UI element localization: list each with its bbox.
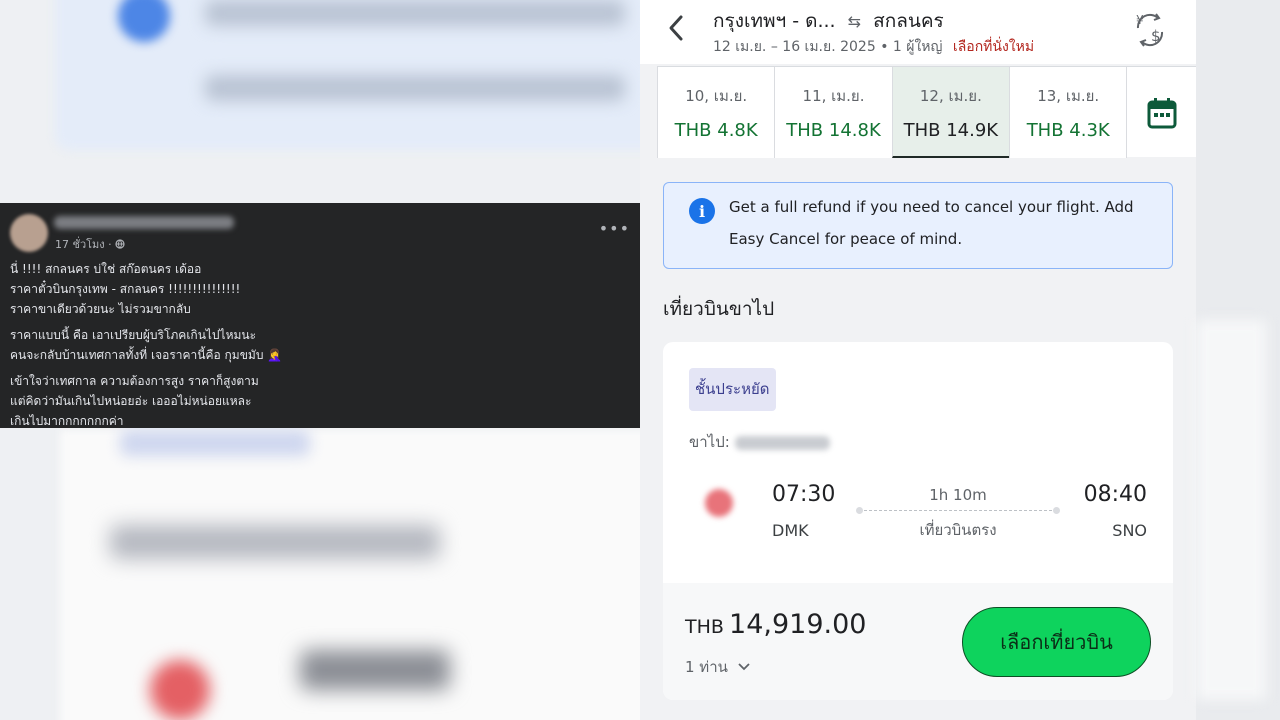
flight-booking-screen: กรุงเทพฯ - ด... ⇆ สกลนคร 12 เม.ย. – 16 เ… xyxy=(640,0,1196,720)
date-tab-12-selected[interactable]: 12, เม.ย. THB 14.9K xyxy=(891,67,1011,158)
origin-label: กรุงเทพฯ - ด... xyxy=(713,10,836,32)
blurred-background-right xyxy=(1196,0,1280,720)
price-bar: THB 14,919.00 1 ท่าน เลือกเที่ยวบิน xyxy=(663,583,1173,700)
date-price: THB 4.8K xyxy=(674,120,758,141)
header: กรุงเทพฯ - ด... ⇆ สกลนคร 12 เม.ย. – 16 เ… xyxy=(640,0,1196,64)
flight-duration: 1h 10m xyxy=(929,486,987,504)
post-paragraph: ราคาแบบนี้ คือ เอาเปรียบผู้บริโภคเกินไปไ… xyxy=(10,325,624,365)
post-line: เข้าใจว่าเทศกาล ความต้องการสูง ราคาก็สูง… xyxy=(10,374,259,388)
departure-time: 07:30 xyxy=(772,482,836,507)
date-tab-11[interactable]: 11, เม.ย. THB 14.8K xyxy=(774,67,893,158)
back-button[interactable] xyxy=(660,12,692,44)
cabin-class-badge: ชั้นประหยัด xyxy=(689,368,776,411)
blurred-text xyxy=(205,0,625,26)
avatar[interactable] xyxy=(10,214,48,252)
date-label: 12, เม.ย. xyxy=(919,87,982,105)
route-title[interactable]: กรุงเทพฯ - ด... ⇆ สกลนคร xyxy=(713,6,944,36)
trip-summary: 12 เม.ย. – 16 เม.ย. 2025 • 1 ผู้ใหญ่ เลื… xyxy=(713,36,1034,58)
date-tab-13[interactable]: 13, เม.ย. THB 4.3K xyxy=(1009,67,1128,158)
departure-airport: DMK xyxy=(772,521,809,540)
date-price: THB 14.9K xyxy=(903,120,999,141)
easy-cancel-text: Get a full refund if you need to cancel … xyxy=(729,198,1134,248)
chevron-down-icon xyxy=(738,663,750,671)
blurred-text xyxy=(205,75,625,101)
post-line: แต่คิดว่ามันเกินไปหน่อยอ่ะ เอออไม่หน่อยแ… xyxy=(10,394,252,408)
post-line: ราคาขาเดียวด้วยนะ ไม่รวมขากลับ xyxy=(10,302,191,316)
reselect-seat-link[interactable]: เลือกที่นั่งใหม่ xyxy=(953,39,1034,55)
date-selector: 10, เม.ย. THB 4.8K 11, เม.ย. THB 14.8K 1… xyxy=(657,66,1196,158)
date-tab-10[interactable]: 10, เม.ย. THB 4.8K xyxy=(657,67,776,158)
post-text: นี่ !!!! สกลนคร บ่ใช่ สก๊อตนคร เด้ออ ราค… xyxy=(10,259,624,437)
arrival-time: 08:40 xyxy=(1083,482,1147,507)
destination-label: สกลนคร xyxy=(873,10,944,32)
arrival-airport: SNO xyxy=(1112,521,1147,540)
select-flight-button[interactable]: เลือกเที่ยวบิน xyxy=(962,607,1151,677)
chevron-left-icon xyxy=(669,15,683,41)
currency-exchange-icon: ¥ $ xyxy=(1136,13,1164,47)
outbound-airline: ขาไป: xyxy=(689,430,830,454)
flight-card[interactable]: ชั้นประหยัด ขาไป: 07:30 DMK 1h 10m เที่ย… xyxy=(663,342,1173,700)
post-line: ราคาตั๋วบินกรุงเทพ - สกลนคร !!!!!!!!!!!!… xyxy=(10,282,241,296)
section-title: เที่ยวบินขาไป xyxy=(663,298,775,320)
route-line xyxy=(856,507,1060,514)
blurred-time xyxy=(300,650,450,690)
airline-name-redacted xyxy=(734,435,830,450)
currency-switch-button[interactable]: ¥ $ xyxy=(1130,10,1170,50)
post-line: เกินไปมากกกกกกกค่า xyxy=(10,414,124,428)
post-paragraph: นี่ !!!! สกลนคร บ่ใช่ สก๊อตนคร เด้ออ ราค… xyxy=(10,259,624,319)
post-paragraph: เข้าใจว่าเทศกาล ความต้องการสูง ราคาก็สูง… xyxy=(10,371,624,431)
author-name-redacted[interactable] xyxy=(54,216,234,229)
post-line: นี่ !!!! สกลนคร บ่ใช่ สก๊อตนคร เด้ออ xyxy=(10,262,202,276)
airline-logo xyxy=(705,489,733,517)
date-price: THB 14.8K xyxy=(786,120,881,141)
total-price: THB 14,919.00 xyxy=(685,609,866,640)
more-options-icon[interactable]: ••• xyxy=(599,219,630,238)
flight-stops: เที่ยวบินตรง xyxy=(919,521,997,539)
dates-passengers: 12 เม.ย. – 16 เม.ย. 2025 • 1 ผู้ใหญ่ xyxy=(713,39,943,55)
price-currency: THB xyxy=(685,616,724,638)
blurred-logo xyxy=(150,660,210,720)
svg-text:$: $ xyxy=(1151,27,1161,45)
post-timestamp[interactable]: 17 ชั่วโมง · xyxy=(55,235,125,253)
facebook-post: 17 ชั่วโมง · ••• นี่ !!!! สกลนคร บ่ใช่ ส… xyxy=(0,203,640,428)
info-icon: i xyxy=(689,198,715,224)
blurred-card xyxy=(1196,320,1266,700)
date-label: 10, เม.ย. xyxy=(685,87,748,105)
date-label: 13, เม.ย. xyxy=(1037,87,1100,105)
date-price: THB 4.3K xyxy=(1026,120,1110,141)
easy-cancel-banner: i Get a full refund if you need to cance… xyxy=(663,182,1173,269)
passenger-dropdown[interactable]: 1 ท่าน xyxy=(685,655,750,679)
calendar-button[interactable] xyxy=(1126,67,1196,158)
post-line: ราคาแบบนี้ คือ เอาเปรียบผู้บริโภคเกินไปไ… xyxy=(10,328,257,342)
date-label: 11, เม.ย. xyxy=(802,87,865,105)
calendar-icon xyxy=(1147,97,1177,128)
svg-text:¥: ¥ xyxy=(1136,13,1144,27)
outbound-label: ขาไป: xyxy=(689,433,730,451)
blurred-title xyxy=(110,525,440,559)
post-line: คนจะกลับบ้านเทศกาลทั้งที่ เจอราคานี้คือ … xyxy=(10,348,283,362)
globe-icon xyxy=(115,239,125,249)
price-amount: 14,919.00 xyxy=(729,609,867,640)
passenger-count: 1 ท่าน xyxy=(685,658,728,676)
swap-arrows-icon: ⇆ xyxy=(847,12,862,31)
